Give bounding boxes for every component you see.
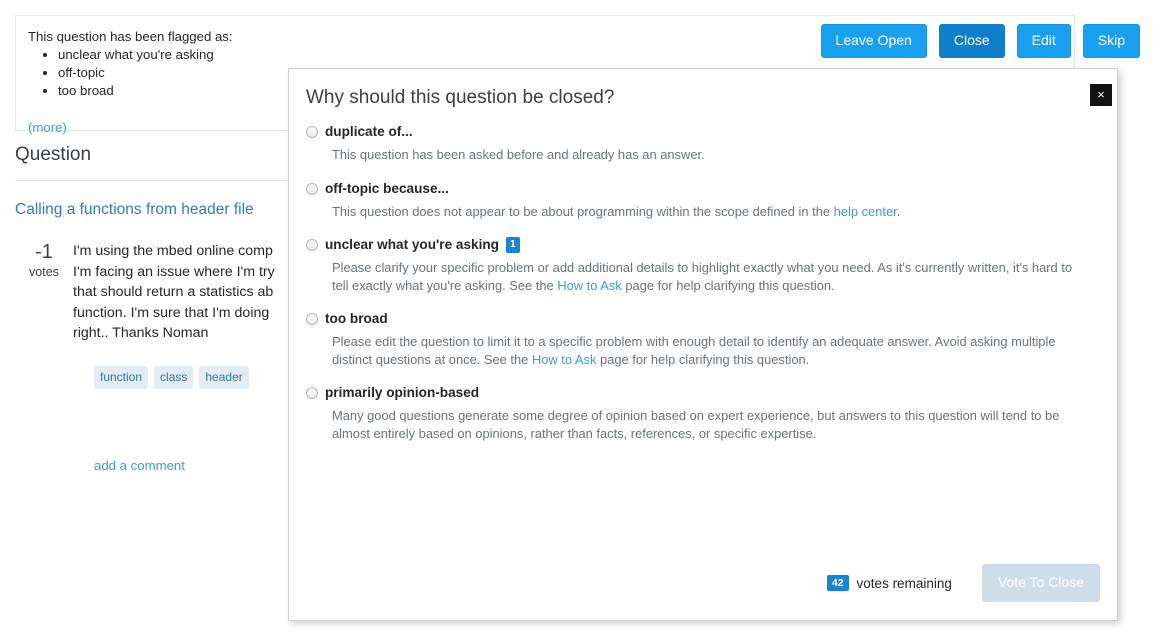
review-button-leave-open[interactable]: Leave Open bbox=[820, 24, 927, 58]
question-body-text: I'm using the mbed online comp I'm facin… bbox=[73, 243, 275, 341]
flag-intro-text: This question has been flagged as: bbox=[28, 29, 233, 44]
radio-button-icon[interactable] bbox=[306, 387, 318, 399]
inline-link[interactable]: How to Ask bbox=[532, 352, 596, 367]
tag-list: function class header bbox=[94, 365, 290, 389]
tag-class[interactable]: class bbox=[154, 365, 194, 389]
votes-remaining-label: votes remaining bbox=[856, 575, 952, 591]
add-comment-link[interactable]: add a comment bbox=[94, 458, 290, 473]
close-reason-description: This question does not appear to be abou… bbox=[332, 203, 1077, 221]
radio-button-icon[interactable] bbox=[306, 126, 318, 138]
flag-more-link[interactable]: (more) bbox=[28, 120, 67, 135]
review-button-edit[interactable]: Edit bbox=[1016, 24, 1071, 58]
question-title-link[interactable]: Calling a functions from header file bbox=[15, 200, 290, 219]
close-reason-option-row[interactable]: unclear what you're asking 1 bbox=[306, 237, 1099, 253]
vote-cell: -1 votes bbox=[15, 241, 73, 344]
vote-to-close-button[interactable]: Vote To Close bbox=[981, 564, 1100, 602]
modal-title: Why should this question be closed? bbox=[306, 87, 615, 108]
close-icon[interactable]: × bbox=[1090, 84, 1112, 106]
description-text: page for help clarifying this question. bbox=[596, 351, 810, 367]
flag-reason-list: unclear what you're askingoff-topictoo b… bbox=[28, 46, 214, 100]
close-reason-description: This question has been asked before and … bbox=[332, 146, 1077, 164]
close-reason-option: off-topic because... This question does n… bbox=[306, 181, 1099, 221]
close-reason-label: off-topic because... bbox=[325, 180, 449, 196]
close-reason-option: too broad Please edit the question to lim… bbox=[306, 311, 1099, 368]
description-text: This question does not appear to be abou… bbox=[332, 203, 834, 219]
close-reason-option-row[interactable]: primarily opinion-based bbox=[306, 385, 1099, 401]
close-reason-option: duplicate of... This question has been as… bbox=[306, 124, 1099, 164]
question-post: -1 votes I'm using the mbed online comp … bbox=[15, 241, 290, 344]
close-reason-label: unclear what you're asking bbox=[325, 237, 499, 252]
review-page: This question has been flagged as: uncle… bbox=[0, 0, 1160, 634]
vote-label: votes bbox=[29, 265, 59, 279]
votes-remaining: 42 votes remaining bbox=[826, 575, 952, 591]
flag-count-badge: 1 bbox=[505, 237, 520, 253]
close-reason-option-row[interactable]: off-topic because... bbox=[306, 181, 1099, 197]
inline-link[interactable]: help center bbox=[834, 204, 897, 219]
inline-link[interactable]: How to Ask bbox=[557, 278, 621, 293]
tag-header[interactable]: header bbox=[199, 365, 249, 389]
radio-button-icon[interactable] bbox=[306, 182, 318, 195]
close-reason-label: duplicate of... bbox=[325, 124, 413, 139]
close-reason-option-row[interactable]: too broad bbox=[306, 311, 1099, 327]
description-text: Many good questions generate some degree… bbox=[332, 408, 1060, 441]
review-button-skip[interactable]: Skip bbox=[1082, 24, 1140, 58]
tag-function[interactable]: function bbox=[94, 365, 149, 389]
radio-button-icon[interactable] bbox=[306, 239, 318, 251]
close-reason-option: primarily opinion-based Many good questio… bbox=[306, 385, 1099, 442]
close-reason-options: duplicate of... This question has been as… bbox=[306, 124, 1099, 459]
description-text: . bbox=[896, 203, 901, 219]
close-reason-description: Many good questions generate some degree… bbox=[332, 407, 1077, 442]
close-reason-description: Please edit the question to limit it to … bbox=[332, 333, 1077, 368]
close-reason-label: too broad bbox=[325, 311, 388, 326]
question-column: Question Calling a functions from header… bbox=[15, 140, 290, 473]
flag-reason-item: too broad bbox=[58, 82, 214, 100]
close-reason-modal: Why should this question be closed? × du… bbox=[288, 68, 1118, 621]
flag-reason-item: off-topic bbox=[58, 64, 214, 82]
flag-reason-item: unclear what you're asking bbox=[58, 46, 214, 64]
modal-footer: 42 votes remaining Vote To Close bbox=[826, 564, 1100, 602]
close-reason-option-row[interactable]: duplicate of... bbox=[306, 124, 1099, 140]
vote-count: -1 bbox=[35, 241, 53, 263]
question-heading: Question bbox=[15, 140, 290, 181]
description-text: This question has been asked before and … bbox=[332, 147, 705, 162]
close-reason-label: primarily opinion-based bbox=[325, 385, 480, 400]
description-text: page for help clarifying this question. bbox=[621, 277, 835, 293]
review-button-close[interactable]: Close bbox=[938, 24, 1005, 58]
review-action-buttons: Leave Open Close Edit Skip bbox=[820, 24, 1140, 58]
radio-button-icon[interactable] bbox=[306, 313, 318, 325]
close-reason-description: Please clarify your specific problem or … bbox=[332, 259, 1077, 294]
votes-remaining-badge: 42 bbox=[826, 575, 849, 591]
close-reason-option: unclear what you're asking 1 Please clarif… bbox=[306, 237, 1099, 294]
